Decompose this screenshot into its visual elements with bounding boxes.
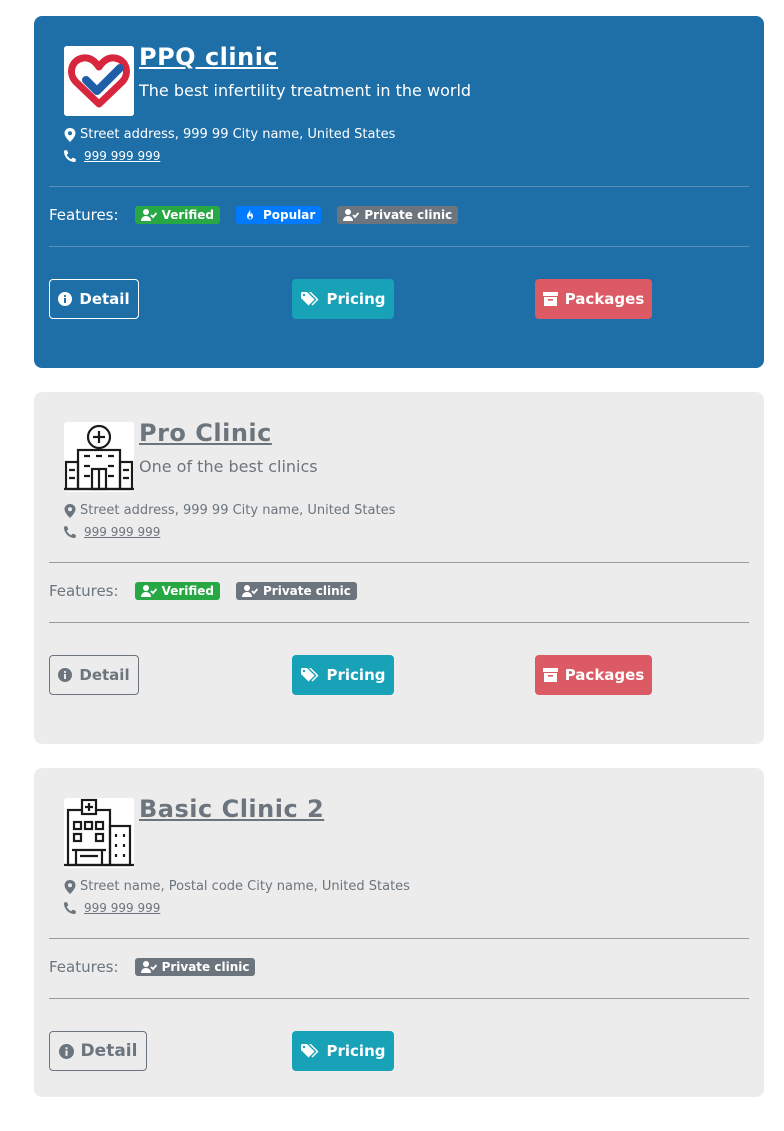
- features-label: Features:: [49, 206, 119, 224]
- clinic-name-link[interactable]: Pro Clinic: [139, 419, 272, 447]
- clinic-tagline: The best infertility treatment in the wo…: [139, 81, 472, 100]
- verified-badge: Verified: [134, 582, 220, 600]
- tags-icon: [300, 667, 318, 681]
- basic-clinic-logo[interactable]: [64, 798, 134, 868]
- verified-badge-label: Verified: [161, 208, 214, 222]
- private-clinic-badge-label: Private clinic: [161, 960, 250, 974]
- archive-icon: [542, 668, 558, 682]
- clinic-card-basic-2: Basic Clinic 2 Street name, Postal code …: [34, 768, 764, 1097]
- detail-button-label: Detail: [79, 290, 130, 308]
- private-clinic-badge: Private clinic: [236, 582, 357, 600]
- archive-icon: [542, 292, 558, 306]
- divider: [49, 562, 749, 563]
- packages-button[interactable]: Packages: [535, 279, 652, 319]
- user-check-icon: [140, 585, 157, 597]
- clinic-phone: 999 999 999: [64, 149, 160, 163]
- detail-button[interactable]: Detail: [49, 1031, 147, 1071]
- phone-icon: [64, 901, 76, 915]
- private-clinic-badge: Private clinic: [337, 206, 459, 224]
- detail-button[interactable]: Detail: [49, 279, 139, 319]
- divider: [49, 998, 749, 999]
- info-icon: [58, 668, 73, 682]
- clinic-address: Street address, 999 99 City name, United…: [64, 503, 395, 518]
- popular-badge-label: Popular: [263, 208, 316, 222]
- divider: [49, 938, 749, 939]
- verified-badge: Verified: [134, 206, 220, 224]
- divider: [49, 622, 749, 623]
- user-check-icon: [140, 209, 157, 221]
- features-row: Features: Private clinic: [49, 958, 271, 976]
- private-clinic-badge-label: Private clinic: [263, 584, 351, 598]
- clinic-card-pro: Pro Clinic One of the best clinics Stree…: [34, 392, 764, 744]
- clinic-name-link[interactable]: PPQ clinic: [139, 43, 278, 71]
- clinic-address-text: Street name, Postal code City name, Unit…: [80, 879, 410, 894]
- packages-button-label: Packages: [564, 666, 645, 684]
- clinic-name-link[interactable]: Basic Clinic 2: [139, 795, 324, 823]
- info-icon: [58, 292, 73, 306]
- pricing-button[interactable]: Pricing: [292, 279, 394, 319]
- tags-icon: [300, 1043, 318, 1057]
- packages-button-label: Packages: [564, 290, 645, 308]
- user-check-icon: [242, 585, 258, 597]
- clinic-address-text: Street address, 999 99 City name, United…: [80, 127, 396, 142]
- packages-button[interactable]: Packages: [535, 655, 652, 695]
- clinic-phone-link[interactable]: 999 999 999: [84, 149, 160, 163]
- info-icon: [58, 1043, 74, 1059]
- features-row: Features: Verified Popular Private clini…: [49, 206, 474, 224]
- clinic-card-ppq: PPQ clinic The best infertility treatmen…: [34, 16, 764, 368]
- ppq-clinic-logo[interactable]: [64, 46, 134, 116]
- detail-button[interactable]: Detail: [49, 655, 139, 695]
- pricing-button-label: Pricing: [326, 290, 386, 308]
- detail-button-label: Detail: [80, 1041, 138, 1061]
- map-marker-icon: [64, 127, 76, 142]
- private-clinic-badge: Private clinic: [134, 958, 256, 976]
- fire-icon: [247, 209, 253, 220]
- phone-icon: [64, 525, 76, 539]
- features-label: Features:: [49, 958, 119, 976]
- divider: [49, 246, 749, 247]
- clinic-address: Street address, 999 99 City name, United…: [64, 127, 395, 142]
- features-row: Features: Verified Private clinic: [49, 582, 373, 600]
- tags-icon: [300, 291, 318, 305]
- clinic-address: Street name, Postal code City name, Unit…: [64, 879, 410, 894]
- divider: [49, 186, 749, 187]
- phone-icon: [64, 149, 76, 163]
- clinic-phone-link[interactable]: 999 999 999: [84, 525, 160, 539]
- pricing-button[interactable]: Pricing: [292, 655, 394, 695]
- clinic-phone: 999 999 999: [64, 525, 160, 539]
- map-marker-icon: [64, 503, 76, 518]
- clinic-tagline: One of the best clinics: [139, 457, 318, 476]
- clinic-phone-link[interactable]: 999 999 999: [84, 901, 160, 915]
- popular-badge: Popular: [236, 206, 322, 224]
- map-marker-icon: [64, 879, 76, 894]
- pro-clinic-logo[interactable]: [64, 422, 134, 492]
- pricing-button-label: Pricing: [326, 666, 386, 684]
- pricing-button-label: Pricing: [326, 1042, 386, 1060]
- user-check-icon: [140, 961, 157, 973]
- clinic-phone: 999 999 999: [64, 901, 160, 915]
- verified-badge-label: Verified: [161, 584, 214, 598]
- detail-button-label: Detail: [79, 666, 130, 684]
- pricing-button[interactable]: Pricing: [292, 1031, 394, 1071]
- private-clinic-badge-label: Private clinic: [364, 208, 453, 222]
- clinic-address-text: Street address, 999 99 City name, United…: [80, 503, 396, 518]
- features-label: Features:: [49, 582, 119, 600]
- user-check-icon: [343, 209, 360, 221]
